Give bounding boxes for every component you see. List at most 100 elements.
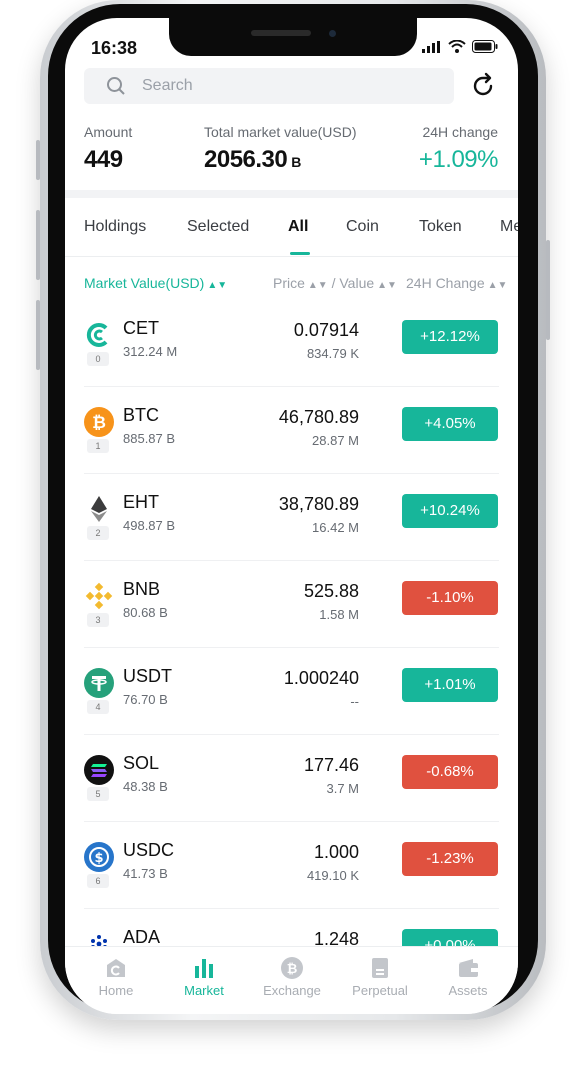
eth-icon bbox=[91, 496, 107, 522]
coin-market-value: 41.73 B bbox=[123, 866, 168, 881]
coin-volume: 3.7 M bbox=[326, 781, 359, 796]
coin-symbol: EHT bbox=[123, 492, 159, 512]
market-tabs: Holdings Selected All Coin Token Me bbox=[84, 218, 518, 255]
status-time: 16:38 bbox=[91, 38, 138, 58]
home-icon bbox=[107, 959, 125, 977]
refresh-icon[interactable] bbox=[469, 72, 497, 100]
nav-perpetual[interactable]: Perpetual bbox=[335, 955, 425, 998]
change-badge: -0.68% bbox=[402, 755, 498, 789]
tab-more[interactable]: Me bbox=[500, 218, 518, 236]
coin-symbol: BNB bbox=[123, 579, 161, 599]
change-stat: 24H change +1.09% bbox=[419, 124, 499, 174]
coin-price: 1.000240 bbox=[283, 668, 359, 688]
coin-price: 525.88 bbox=[303, 581, 359, 601]
coin-market-value: 48.38 B bbox=[123, 779, 168, 794]
rank-badge: 6 bbox=[87, 874, 109, 888]
coin-row-usdc[interactable]: $ 6 USDC 41.73 B 1.000 419.10 K -1.23% bbox=[65, 822, 518, 909]
market-value-stat: Total market value(USD) 2056.30 B bbox=[204, 124, 357, 174]
svg-text:$: $ bbox=[94, 851, 103, 866]
rank-badge: 2 bbox=[87, 526, 109, 540]
wifi-icon bbox=[448, 40, 466, 53]
signal-icon bbox=[422, 40, 440, 53]
tab-holdings[interactable]: Holdings bbox=[84, 218, 146, 236]
coin-price: 177.46 bbox=[303, 755, 359, 775]
coin-volume: 419.10 K bbox=[306, 868, 359, 883]
nav-home[interactable]: Home bbox=[71, 955, 161, 998]
coin-symbol: BTC bbox=[123, 405, 159, 425]
value-header: / Value bbox=[331, 275, 375, 291]
coin-row-sol[interactable]: 5 SOL 48.38 B 177.46 3.7 M -0.68% bbox=[65, 735, 518, 822]
speaker bbox=[251, 30, 311, 36]
bnb-icon bbox=[85, 582, 113, 610]
sort-icon: ▲▼ bbox=[377, 280, 397, 291]
nav-market[interactable]: Market bbox=[159, 955, 249, 998]
coin-market-value: 80.68 B bbox=[123, 605, 168, 620]
change-badge: +12.12% bbox=[402, 320, 498, 354]
market-value: 2056.30 bbox=[204, 146, 288, 173]
change-header: 24H Change bbox=[406, 275, 485, 291]
coin-symbol: USDC bbox=[123, 840, 175, 860]
perpetual-icon bbox=[372, 958, 388, 978]
amount-stat: Amount 449 bbox=[84, 124, 132, 174]
coin-row-eht[interactable]: 2 EHT 498.87 B 38,780.89 16.42 M +10.24% bbox=[65, 474, 518, 561]
coin-volume: 1.58 M bbox=[319, 607, 359, 622]
coin-price: 0.07914 bbox=[293, 320, 359, 340]
market-value-header: Market Value(USD) bbox=[84, 275, 205, 291]
coin-row-usdt[interactable]: 4 USDT 76.70 B 1.000240 -- +1.01% bbox=[65, 648, 518, 735]
coin-symbol: ADA bbox=[123, 927, 161, 947]
change-badge: -1.10% bbox=[402, 581, 498, 615]
sort-icon: ▲▼ bbox=[207, 280, 228, 291]
tab-divider bbox=[65, 256, 518, 257]
market-value-unit: B bbox=[291, 154, 301, 170]
rank-badge: 4 bbox=[87, 700, 109, 714]
change-badge: +10.24% bbox=[402, 494, 498, 528]
coin-symbol: CET bbox=[123, 318, 159, 338]
sort-24h-change[interactable]: 24H Change ▲▼ bbox=[406, 275, 507, 291]
rank-badge: 0 bbox=[87, 352, 109, 366]
coin-price: 38,780.89 bbox=[278, 494, 359, 514]
coin-row-btc[interactable]: ₿ 1 BTC 885.87 B 46,780.89 28.87 M +4.05… bbox=[65, 387, 518, 474]
active-tab-indicator bbox=[290, 252, 310, 255]
coin-price: 1.000 bbox=[313, 842, 359, 862]
tab-selected[interactable]: Selected bbox=[187, 218, 249, 236]
sort-icon: ▲▼ bbox=[487, 280, 508, 291]
coin-market-value: 885.87 B bbox=[123, 431, 176, 446]
exchange-icon: ₿ bbox=[281, 957, 303, 979]
search-placeholder: Search bbox=[142, 77, 193, 94]
nav-label: Market bbox=[184, 983, 224, 998]
sort-market-value[interactable]: Market Value(USD) ▲▼ bbox=[84, 275, 227, 291]
sort-icon: ▲▼ bbox=[307, 280, 328, 291]
tab-token[interactable]: Token bbox=[419, 218, 462, 236]
coin-symbol: USDT bbox=[123, 666, 172, 686]
nav-label: Home bbox=[98, 983, 134, 998]
coin-row-cet[interactable]: 0 CET 312.24 M 0.07914 834.79 K +12.12% bbox=[65, 300, 518, 387]
app-screen: 16:38 Search Amount 449 Total market val… bbox=[65, 18, 518, 1014]
status-icons bbox=[422, 40, 498, 53]
coin-volume: 28.87 M bbox=[312, 433, 359, 448]
change-badge: +4.05% bbox=[402, 407, 498, 441]
volume-up-button bbox=[36, 210, 40, 280]
tab-coin[interactable]: Coin bbox=[346, 218, 379, 236]
nav-assets[interactable]: Assets bbox=[423, 955, 513, 998]
coin-market-value: 312.24 M bbox=[123, 344, 178, 359]
nav-label: Exchange bbox=[263, 983, 321, 998]
nav-exchange[interactable]: ₿ Exchange bbox=[247, 955, 337, 998]
cet-icon bbox=[86, 323, 108, 347]
search-bar[interactable]: Search bbox=[84, 68, 454, 104]
tab-all[interactable]: All bbox=[288, 218, 308, 236]
power-button bbox=[546, 240, 550, 340]
mute-switch bbox=[36, 140, 40, 180]
sort-price-value[interactable]: Price ▲▼ / Value ▲▼ bbox=[273, 275, 397, 291]
nav-label: Assets bbox=[448, 983, 488, 998]
coin-market-value: 76.70 B bbox=[123, 692, 168, 707]
battery-icon bbox=[472, 40, 498, 53]
coin-market-value: 498.87 B bbox=[123, 518, 176, 533]
volume-down-button bbox=[36, 300, 40, 370]
amount-label: Amount bbox=[84, 124, 133, 140]
btc-icon: ₿ bbox=[84, 407, 114, 437]
coin-volume: -- bbox=[350, 694, 359, 709]
wallet-icon bbox=[459, 959, 478, 977]
coin-row-bnb[interactable]: 3 BNB 80.68 B 525.88 1.58 M -1.10% bbox=[65, 561, 518, 648]
coin-volume: 16.42 M bbox=[312, 520, 359, 535]
front-camera bbox=[329, 30, 336, 37]
